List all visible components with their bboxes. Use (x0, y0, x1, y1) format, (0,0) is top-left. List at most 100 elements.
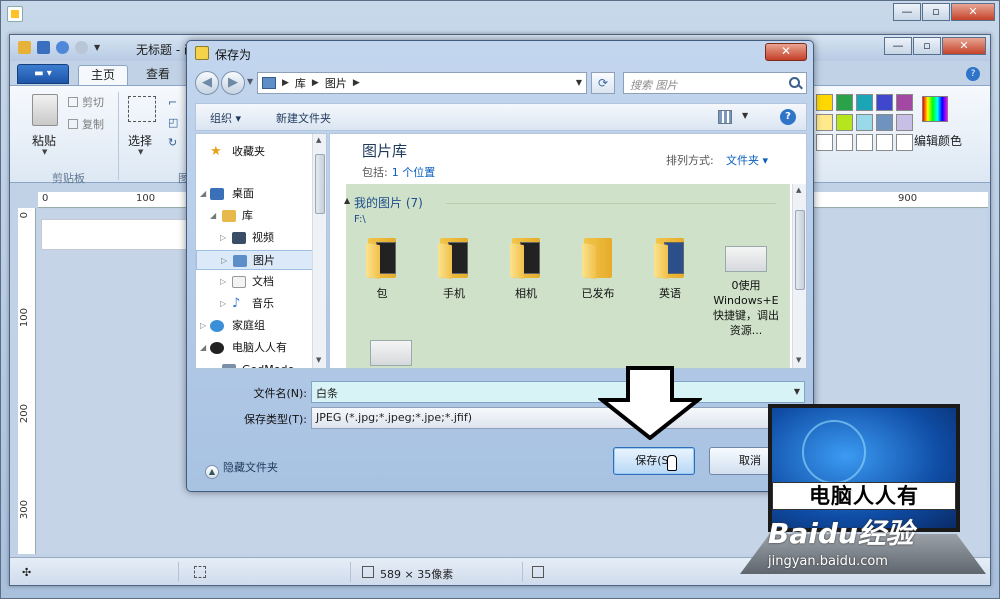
nav-item-homegroup[interactable]: ▷ 家庭组 (196, 316, 314, 336)
color-swatch[interactable] (876, 114, 893, 131)
search-icon[interactable] (789, 77, 800, 88)
nav-item-library[interactable]: ◢ 库 (196, 206, 314, 226)
color-swatch[interactable] (856, 94, 873, 111)
paste-icon[interactable] (32, 94, 58, 126)
close-button[interactable]: ✕ (951, 3, 995, 21)
arrange-by-dropdown[interactable]: 文件夹 ▾ (726, 152, 768, 168)
group-title[interactable]: 我的图片 (7) (354, 194, 423, 211)
expand-icon[interactable]: ▷ (220, 228, 226, 248)
expand-icon[interactable]: ▷ (221, 251, 227, 271)
save-button[interactable]: 保存(S) (613, 447, 695, 475)
navigation-scrollbar[interactable]: ▲ ▼ (312, 134, 326, 368)
nav-item-user[interactable]: ◢ 电脑人人有 (196, 338, 314, 358)
color-swatch[interactable] (896, 94, 913, 111)
minimize-button[interactable]: — (893, 3, 921, 21)
breadcrumb-library[interactable]: 库 (295, 75, 306, 91)
color-swatch[interactable] (836, 134, 853, 151)
file-item-image[interactable]: 0使用Windows+E快捷键，调出资源... (708, 238, 784, 338)
hide-folders-button[interactable]: ▲ 隐藏文件夹 (205, 459, 278, 479)
paint-maximize-button[interactable]: ▫ (913, 37, 941, 55)
cut-button[interactable]: 剪切 (68, 94, 104, 110)
collapse-group-icon[interactable]: ▲ (344, 196, 350, 205)
expand-icon[interactable]: ◢ (210, 206, 216, 226)
color-swatch[interactable] (856, 134, 873, 151)
select-icon[interactable] (128, 96, 156, 122)
view-dropdown-icon[interactable]: ▼ (742, 111, 748, 120)
image-thumbnail[interactable] (370, 340, 412, 366)
rotate-icon[interactable]: ↻ (168, 136, 177, 149)
color-swatch[interactable] (856, 114, 873, 131)
dialog-close-button[interactable]: ✕ (765, 43, 807, 61)
chevron-right-icon[interactable]: ▶ (282, 78, 289, 88)
file-item-folder[interactable]: 手机 (420, 238, 488, 301)
tab-view[interactable]: 查看 (134, 65, 182, 85)
scroll-up-icon[interactable]: ▲ (316, 136, 321, 144)
undo-icon[interactable] (56, 41, 69, 54)
address-field[interactable]: ▶ 库 ▶ 图片 ▶ ▼ (257, 72, 587, 94)
color-swatch[interactable] (816, 114, 833, 131)
paste-button[interactable]: 粘贴 (32, 132, 56, 149)
crop-icon[interactable]: ⌐ (168, 96, 177, 109)
qat-dropdown-icon[interactable]: ▼ (94, 43, 100, 52)
save-icon[interactable] (37, 41, 50, 54)
nav-item-favorites[interactable]: ★ 收藏夹 (196, 142, 314, 162)
scroll-up-icon[interactable]: ▲ (796, 186, 801, 194)
organize-button[interactable]: 组织 ▾ (210, 110, 241, 126)
nav-item-videos[interactable]: ▷ 视频 (196, 228, 314, 248)
color-swatch[interactable] (876, 134, 893, 151)
refresh-button[interactable]: ⟳ (591, 72, 615, 94)
edit-colors-icon[interactable] (922, 96, 948, 122)
chevron-right-icon[interactable]: ▶ (353, 78, 360, 88)
forward-button[interactable]: ▶ (221, 71, 245, 95)
nav-item-desktop[interactable]: ◢ 桌面 (196, 184, 314, 204)
expand-icon[interactable]: ◢ (200, 184, 206, 204)
files-scrollbar[interactable]: ▲ ▼ (792, 184, 806, 368)
select-button[interactable]: 选择 (128, 132, 152, 149)
maximize-button[interactable]: ▫ (922, 3, 950, 21)
color-swatch[interactable] (816, 134, 833, 151)
address-dropdown-icon[interactable]: ▼ (576, 78, 582, 87)
filename-input[interactable]: 白条 ▼ (311, 381, 805, 403)
expand-icon[interactable]: ▷ (220, 294, 226, 314)
nav-item-music[interactable]: ▷ ♪ 音乐 (196, 294, 314, 314)
color-swatch[interactable] (876, 94, 893, 111)
resize-icon[interactable]: ◰ (168, 116, 178, 129)
expand-icon[interactable]: ▷ (200, 316, 206, 336)
paint-close-button[interactable]: ✕ (942, 37, 986, 55)
filename-dropdown-icon[interactable]: ▼ (794, 387, 800, 396)
file-item-folder[interactable]: 包 (348, 238, 416, 301)
file-item-folder[interactable]: 英语 (636, 238, 704, 301)
new-folder-button[interactable]: 新建文件夹 (276, 110, 331, 126)
breadcrumb-pictures[interactable]: 图片 (325, 75, 347, 91)
paste-dropdown-icon[interactable]: ▼ (42, 148, 47, 156)
file-item-folder[interactable]: 已发布 (564, 238, 632, 301)
color-swatch[interactable] (836, 114, 853, 131)
file-item-folder[interactable]: 相机 (492, 238, 560, 301)
back-button[interactable]: ◀ (195, 71, 219, 95)
expand-icon[interactable]: ◢ (200, 338, 206, 358)
nav-item-godmode[interactable]: GodMode (196, 360, 314, 368)
color-swatch[interactable] (896, 134, 913, 151)
chevron-right-icon[interactable]: ▶ (312, 78, 319, 88)
nav-item-pictures[interactable]: ▷ 图片 (196, 250, 314, 270)
color-swatch[interactable] (816, 94, 833, 111)
help-icon[interactable]: ? (780, 109, 796, 125)
search-input[interactable]: 搜索 图片 (623, 72, 807, 94)
expand-icon[interactable]: ▷ (220, 272, 226, 292)
library-locations-link[interactable]: 1 个位置 (392, 166, 436, 179)
select-dropdown-icon[interactable]: ▼ (138, 148, 143, 156)
redo-icon[interactable] (75, 41, 88, 54)
scrollbar-thumb[interactable] (315, 154, 325, 214)
scrollbar-thumb[interactable] (795, 210, 805, 290)
paint-minimize-button[interactable]: — (884, 37, 912, 55)
scroll-down-icon[interactable]: ▼ (316, 356, 321, 364)
drawing-canvas[interactable] (41, 219, 201, 250)
view-options-icon[interactable] (718, 110, 732, 124)
color-swatch[interactable] (896, 114, 913, 131)
tab-home[interactable]: 主页 (78, 65, 129, 85)
edit-colors-button[interactable]: 编辑颜色 (914, 132, 962, 149)
color-swatch[interactable] (836, 94, 853, 111)
paint-menu-button[interactable]: ▬ ▾ (17, 64, 69, 84)
copy-button[interactable]: 复制 (68, 116, 104, 132)
help-icon[interactable]: ? (966, 67, 980, 81)
